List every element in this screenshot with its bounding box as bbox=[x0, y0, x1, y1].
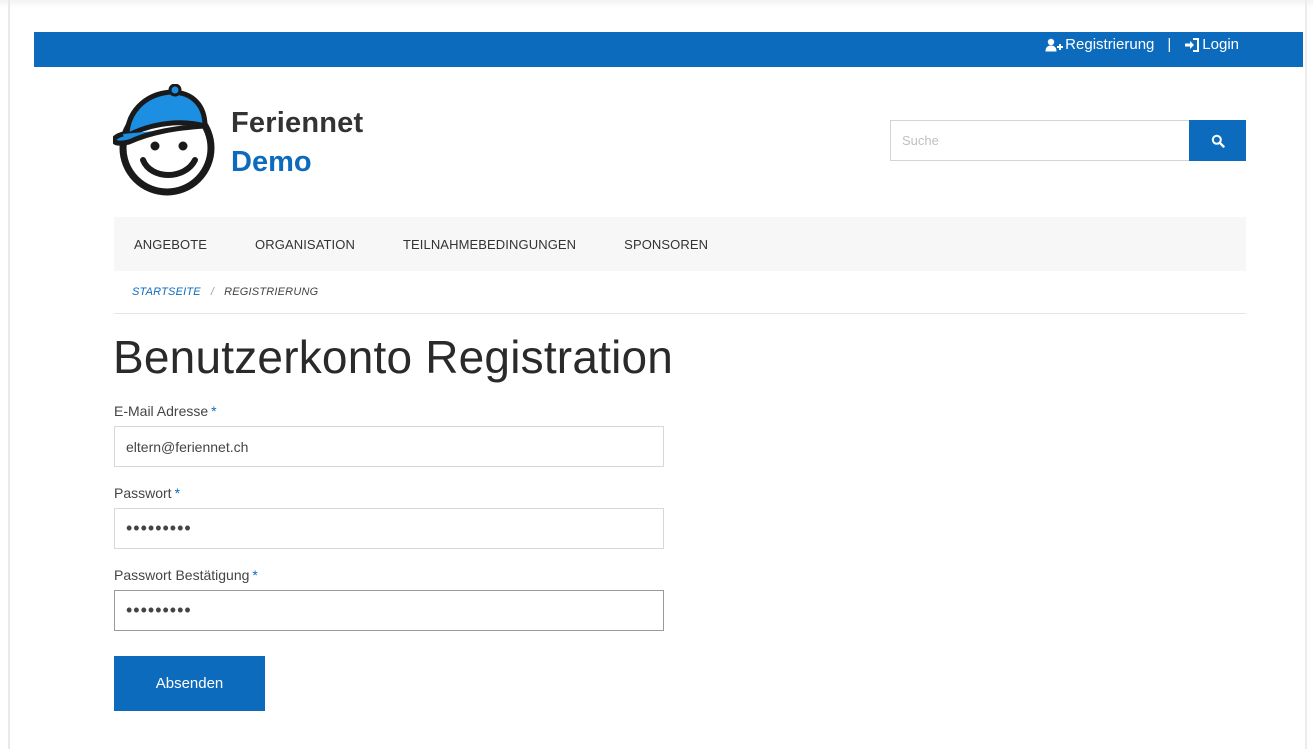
password-confirm-field[interactable] bbox=[114, 590, 664, 631]
email-label: E-Mail Adresse * bbox=[114, 403, 217, 419]
breadcrumb-separator: / bbox=[210, 286, 215, 298]
top-bar: Registrierung | Login bbox=[34, 32, 1303, 67]
window-edge-right bbox=[1305, 0, 1307, 749]
search-icon bbox=[1211, 134, 1225, 148]
search-button[interactable] bbox=[1189, 120, 1246, 161]
submit-button[interactable]: Absenden bbox=[114, 656, 265, 711]
password-confirm-label-text: Passwort Bestätigung bbox=[114, 567, 250, 583]
main-nav: ANGEBOTE ORGANISATION TEILNAHMEBEDINGUNG… bbox=[114, 217, 1246, 271]
window-edge-top bbox=[0, 0, 1313, 8]
window-edge-left bbox=[8, 0, 10, 749]
password-label: Passwort * bbox=[114, 485, 180, 501]
topbar-separator: | bbox=[1167, 36, 1172, 53]
nav-item-sponsoren[interactable]: SPONSOREN bbox=[624, 237, 708, 252]
search-input[interactable] bbox=[890, 120, 1190, 161]
password-confirm-label: Passwort Bestätigung * bbox=[114, 567, 258, 583]
add-user-icon bbox=[1045, 38, 1064, 51]
nav-item-teilnahmebedingungen[interactable]: TEILNAHMEBEDINGUNGEN bbox=[403, 237, 576, 252]
login-link-label: Login bbox=[1202, 36, 1239, 53]
required-marker: * bbox=[252, 567, 258, 583]
breadcrumb-home-link[interactable]: STARTSEITE bbox=[132, 286, 201, 298]
email-field[interactable] bbox=[114, 426, 664, 467]
email-label-text: E-Mail Adresse bbox=[114, 403, 209, 419]
login-link[interactable]: Login bbox=[1184, 36, 1239, 53]
brand-subtitle: Demo bbox=[231, 146, 312, 178]
brand-name: Feriennet bbox=[231, 107, 364, 139]
nav-item-angebote[interactable]: ANGEBOTE bbox=[134, 237, 207, 252]
smiley-cap-logo[interactable] bbox=[113, 84, 217, 198]
page-title: Benutzerkonto Registration bbox=[113, 331, 674, 383]
breadcrumb: STARTSEITE / REGISTRIERUNG bbox=[132, 286, 318, 298]
required-marker: * bbox=[211, 403, 217, 419]
nav-item-organisation[interactable]: ORGANISATION bbox=[255, 237, 355, 252]
page: Registrierung | Login Feriennet Demo Suc… bbox=[0, 0, 1313, 749]
password-label-text: Passwort bbox=[114, 485, 172, 501]
divider bbox=[114, 313, 1246, 314]
register-link-label: Registrierung bbox=[1065, 36, 1155, 53]
required-marker: * bbox=[174, 485, 181, 501]
sign-in-icon bbox=[1185, 37, 1200, 52]
breadcrumb-current: REGISTRIERUNG bbox=[224, 286, 319, 298]
account-links: Registrierung | Login bbox=[1045, 36, 1239, 53]
register-link[interactable]: Registrierung bbox=[1045, 36, 1154, 53]
password-field[interactable] bbox=[114, 508, 664, 549]
